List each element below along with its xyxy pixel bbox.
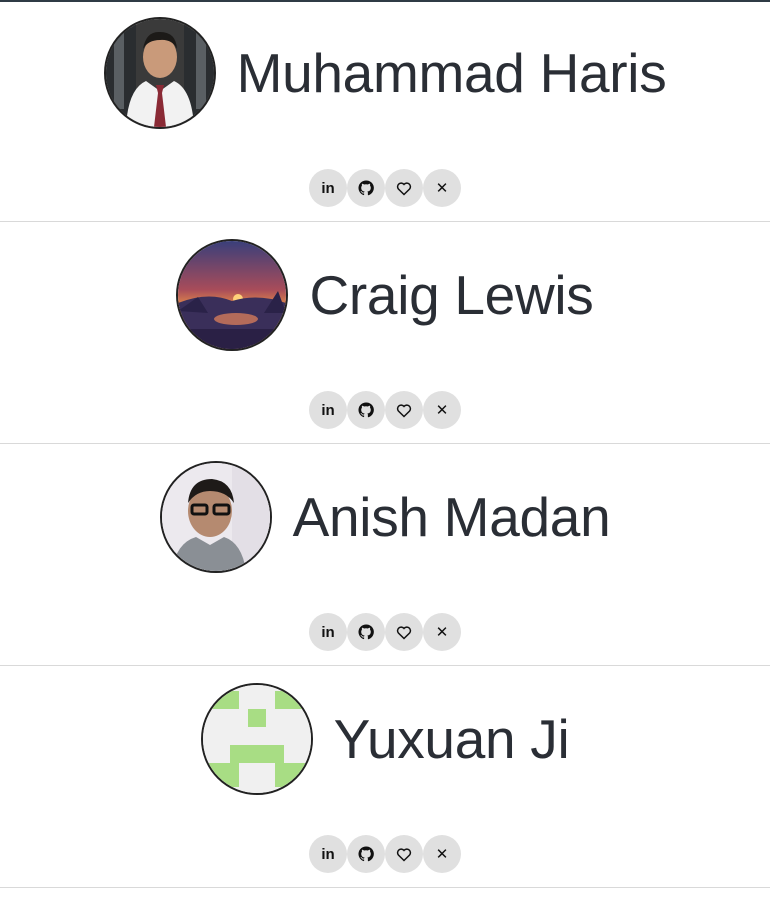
- avatar: [176, 239, 289, 351]
- heart-icon[interactable]: [385, 169, 423, 207]
- avatar: [159, 461, 272, 573]
- member-header: Anish Madan: [0, 461, 770, 573]
- github-icon[interactable]: [347, 835, 385, 873]
- social-links: in ✕: [0, 613, 770, 651]
- linkedin-icon[interactable]: in: [309, 835, 347, 873]
- member-header: Yuxuan Ji: [0, 683, 770, 795]
- avatar: [103, 17, 216, 129]
- x-twitter-icon[interactable]: ✕: [423, 391, 461, 429]
- github-icon[interactable]: [347, 169, 385, 207]
- member-name: Yuxuan Ji: [333, 707, 570, 770]
- team-member-card: Yuxuan Ji in ✕: [0, 666, 770, 888]
- team-member-card: Muhammad Haris in ✕: [0, 0, 770, 222]
- github-icon[interactable]: [347, 613, 385, 651]
- x-twitter-icon[interactable]: ✕: [423, 169, 461, 207]
- member-header: Muhammad Haris: [0, 17, 770, 129]
- linkedin-icon[interactable]: in: [309, 391, 347, 429]
- social-links: in ✕: [0, 391, 770, 429]
- x-twitter-icon[interactable]: ✕: [423, 613, 461, 651]
- heart-icon[interactable]: [385, 835, 423, 873]
- team-member-card: Anish Madan in ✕: [0, 444, 770, 666]
- heart-icon[interactable]: [385, 613, 423, 651]
- github-icon[interactable]: [347, 391, 385, 429]
- x-twitter-icon[interactable]: ✕: [423, 835, 461, 873]
- social-links: in ✕: [0, 169, 770, 207]
- linkedin-icon[interactable]: in: [309, 169, 347, 207]
- member-header: Craig Lewis: [0, 239, 770, 351]
- member-name: Muhammad Haris: [236, 41, 667, 104]
- social-links: in ✕: [0, 835, 770, 873]
- avatar: [200, 683, 313, 795]
- linkedin-icon[interactable]: in: [309, 613, 347, 651]
- team-member-card: Craig Lewis in ✕: [0, 222, 770, 444]
- heart-icon[interactable]: [385, 391, 423, 429]
- member-name: Craig Lewis: [309, 263, 594, 326]
- member-name: Anish Madan: [292, 485, 611, 548]
